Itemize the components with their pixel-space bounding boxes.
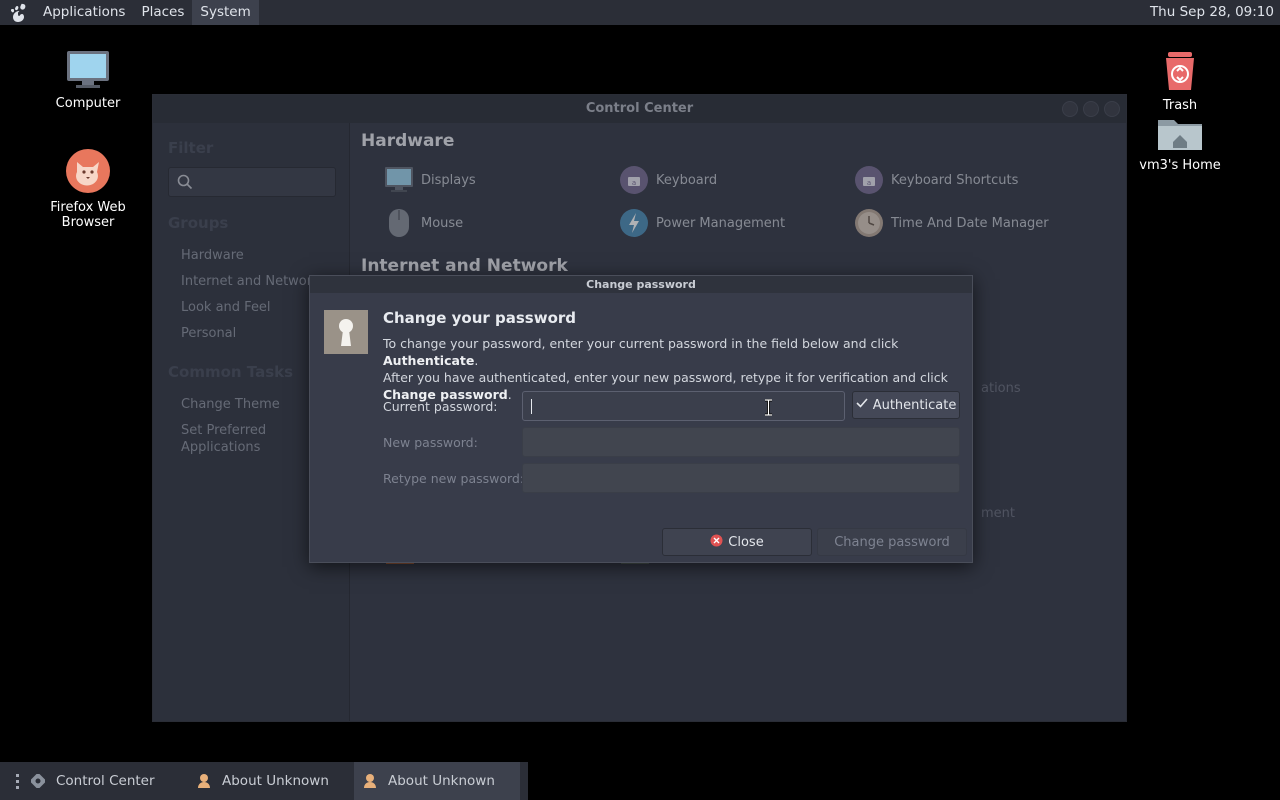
applet-label: Displays: [421, 172, 476, 188]
applet-power-management[interactable]: Power Management: [619, 208, 785, 238]
current-password-field[interactable]: [522, 391, 845, 421]
task-label: About Unknown: [222, 773, 329, 789]
instructions-bold: Authenticate: [383, 353, 475, 368]
applet-keyboard-shortcuts[interactable]: a Keyboard Shortcuts: [854, 165, 1018, 195]
desktop-icon-label: Trash: [1162, 98, 1198, 113]
desktop-icon-label: Computer: [55, 96, 121, 111]
instructions-text: To change your password, enter your curr…: [383, 336, 899, 351]
applet-label: Mouse: [421, 215, 464, 231]
top-menu-bar: Applications Places System: [0, 0, 259, 25]
section-title-internet: Internet and Network: [361, 256, 568, 276]
sidebar-item-internet[interactable]: Internet and Network: [181, 274, 320, 289]
desktop-icon-trash[interactable]: Trash: [1115, 50, 1245, 113]
bottom-taskbar: Control Center About Unknown About Unkno…: [0, 762, 528, 800]
close-label: Close: [728, 534, 764, 550]
sidebar-item-hardware[interactable]: Hardware: [181, 248, 244, 263]
keyboard-icon: a: [619, 165, 649, 195]
retype-password-label: Retype new password:: [383, 471, 525, 486]
task-about-unknown[interactable]: About Unknown: [188, 762, 354, 800]
display-icon: [384, 165, 414, 195]
mouse-icon: [384, 208, 414, 238]
common-tasks-heading: Common Tasks: [168, 363, 294, 381]
authenticate-button[interactable]: Authenticate: [852, 391, 960, 419]
checkmark-icon: [856, 397, 868, 413]
power-icon: [619, 208, 649, 238]
gnome-foot-icon[interactable]: [9, 3, 29, 23]
filter-search-input[interactable]: [168, 167, 336, 197]
window-titlebar[interactable]: Control Center: [153, 95, 1126, 123]
applet-partial-label[interactable]: ations: [981, 381, 1021, 396]
desktop-icon-label: Firefox Web Browser: [50, 200, 126, 230]
section-title-hardware: Hardware: [361, 131, 455, 151]
clock[interactable]: Thu Sep 28, 09:10: [1150, 0, 1274, 25]
applet-displays[interactable]: Displays: [384, 165, 476, 195]
applet-mouse[interactable]: Mouse: [384, 208, 463, 238]
applet-partial-label[interactable]: ment: [981, 506, 1015, 521]
instructions-text: After you have authenticated, enter your…: [383, 370, 948, 385]
applet-label: Keyboard Shortcuts: [891, 172, 1019, 188]
applet-label: Power Management: [656, 215, 786, 231]
task-label: Control Center: [56, 773, 155, 789]
keyboard-shortcuts-icon: a: [854, 165, 884, 195]
control-center-icon: [30, 773, 46, 789]
sidebar-item-personal[interactable]: Personal: [181, 326, 236, 341]
applet-label: Keyboard: [656, 172, 718, 188]
home-folder-icon: [1115, 116, 1245, 152]
window-title: Control Center: [585, 101, 694, 116]
text-caret: [531, 399, 532, 414]
sidebar-item-look-and-feel[interactable]: Look and Feel: [181, 300, 271, 315]
current-password-input[interactable]: [523, 392, 844, 420]
dialog-title: Change password: [310, 276, 972, 293]
task-set-preferred-apps[interactable]: Set Preferred Applications: [181, 422, 301, 456]
authenticate-label: Authenticate: [872, 397, 957, 413]
menu-system[interactable]: System: [192, 0, 259, 25]
groups-heading: Groups: [168, 214, 229, 232]
firefox-icon: [23, 148, 153, 194]
filter-heading: Filter: [168, 139, 214, 157]
close-button[interactable]: Close: [662, 528, 812, 556]
close-window-button[interactable]: [1104, 101, 1120, 117]
search-icon: [177, 174, 193, 194]
change-password-button[interactable]: Change password: [817, 528, 967, 556]
applet-keyboard[interactable]: a Keyboard: [619, 165, 717, 195]
change-password-dialog: Change password Change your password To …: [309, 275, 973, 563]
new-password-label: New password:: [383, 435, 478, 450]
top-panel: Applications Places System Thu Sep 28, 0…: [0, 0, 1280, 25]
applet-time-date[interactable]: Time And Date Manager: [854, 208, 1049, 238]
retype-password-field[interactable]: [522, 463, 960, 493]
minimize-button[interactable]: [1062, 101, 1078, 117]
task-about-unknown-active[interactable]: About Unknown: [354, 762, 520, 800]
desktop-icon-home[interactable]: vm3's Home: [1115, 116, 1245, 173]
ibeam-cursor-icon: [764, 398, 773, 420]
user-icon: [362, 773, 378, 789]
current-password-label: Current password:: [383, 399, 498, 414]
clock-icon: [854, 208, 884, 238]
svg-text:a: a: [632, 179, 636, 187]
dialog-heading: Change your password: [383, 309, 577, 327]
desktop-icon-computer[interactable]: Computer: [23, 50, 153, 111]
taskbar-handle[interactable]: [12, 762, 22, 800]
trash-icon: [1115, 50, 1245, 92]
menu-places[interactable]: Places: [133, 0, 192, 25]
menu-applications[interactable]: Applications: [35, 0, 133, 25]
computer-icon: [23, 50, 153, 90]
task-change-theme[interactable]: Change Theme: [181, 397, 280, 412]
task-control-center[interactable]: Control Center: [22, 762, 188, 800]
keyhole-icon: [324, 310, 368, 354]
close-icon: [710, 534, 723, 551]
user-icon: [196, 773, 212, 789]
desktop-icon-label: vm3's Home: [1139, 158, 1221, 173]
desktop-icon-firefox[interactable]: Firefox Web Browser: [23, 148, 153, 230]
maximize-button[interactable]: [1083, 101, 1099, 117]
task-label: About Unknown: [388, 773, 495, 789]
new-password-field[interactable]: [522, 427, 960, 457]
svg-text:a: a: [867, 179, 871, 187]
applet-label: Time And Date Manager: [891, 215, 1049, 231]
